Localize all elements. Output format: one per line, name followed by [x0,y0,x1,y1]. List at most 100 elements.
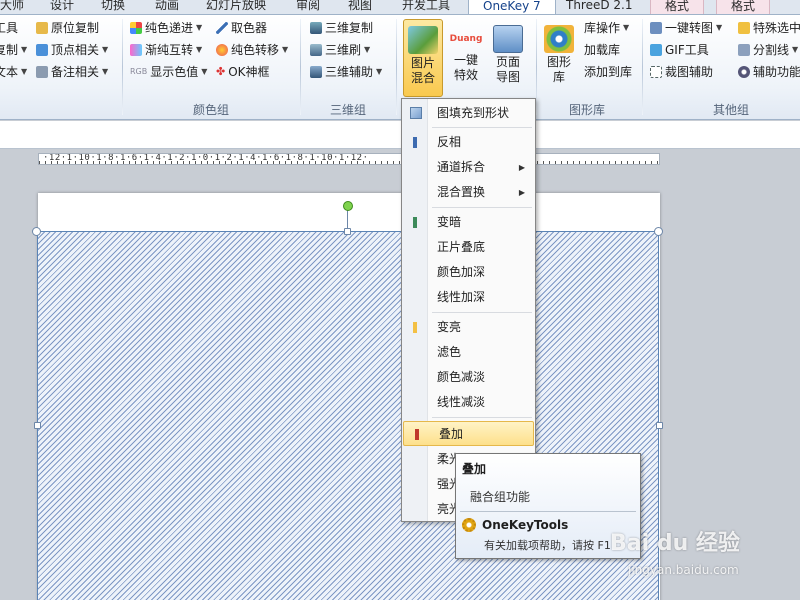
resize-handle-top-left[interactable] [32,227,41,236]
shape-lib-label: 图形 库 [546,55,571,84]
image-blend-button[interactable]: 图片 混合 [403,19,443,97]
vertex-button[interactable]: 顶点相关 ▼ [36,42,108,58]
horizontal-ruler: ·12·1·10·1·8·1·6·1·4·1·2·1·0·1·2·1·4·1·6… [38,153,660,165]
tool-label: 工具 [0,21,19,35]
tab-format-2[interactable]: 格式 [716,0,771,14]
menu-item-linear-burn[interactable]: 线性加深 [402,285,535,310]
3d-group-label: 三维组 [330,103,367,117]
tab-format-1[interactable]: 格式 [650,0,705,14]
vertex-icon [36,44,48,56]
group-divider [536,19,537,115]
tab-threed[interactable]: ThreeD 2.1 [566,0,633,14]
color-transfer-button[interactable]: 纯色转移 ▼ [216,42,288,58]
gradient-icon [130,44,142,56]
load-lib-button[interactable]: 加载库 [584,42,620,58]
resize-handle-top[interactable] [344,228,351,235]
chevron-down-icon: ▼ [102,45,109,54]
lib-ops-button[interactable]: 库操作 ▼ [584,20,629,36]
3d-copy-button[interactable]: 三维复制 [310,20,373,36]
other-group-label: 其他组 [713,103,750,117]
page-image-button[interactable]: 页面 导图 [488,25,528,103]
aux-function-button[interactable]: 辅助功能 [738,64,800,80]
copy-button[interactable]: 复制 ▼ [0,42,27,58]
notes-icon [36,66,48,78]
gear-icon [462,518,476,532]
menu-item-linear-dodge[interactable]: 线性减淡 [402,390,535,415]
image-blend-label: 图片 混合 [410,56,435,85]
menu-separator [432,312,532,313]
darken-icon [413,217,417,228]
one-click-effect-button[interactable]: Duang 一键 特效 [446,25,486,103]
tab-developer[interactable]: 开发工具 [402,0,450,14]
overlay-icon [415,429,419,440]
tool-button[interactable]: 工具 [0,20,18,36]
lighten-icon [413,322,417,333]
notes-button[interactable]: 备注相关 ▼ [36,64,108,80]
show-color-button[interactable]: RGB 显示色值 ▼ [130,64,207,80]
menu-item-label: 颜色减淡 [437,370,486,384]
menu-item-fill-to-shape[interactable]: 图填充到形状 [402,101,535,126]
menu-item-multiply[interactable]: 正片叠底 [402,235,535,260]
gradient-convert-button[interactable]: 渐纯互转 ▼ [130,42,202,58]
tooltip-title: 叠加 [462,462,487,476]
menu-item-blend-replace[interactable]: 混合置换 ▶ [402,180,535,205]
menu-item-label: 颜色加深 [437,265,486,279]
crop-assist-button[interactable]: 裁图辅助 [650,64,713,80]
fill-image-icon [410,107,422,119]
tab-transitions[interactable]: 切换 [101,0,125,14]
rotation-handle[interactable] [343,201,353,211]
aux-function-label: 辅助功能 [753,65,800,79]
copy-label: 复制 [0,43,19,57]
3d-assist-icon [310,66,322,78]
menu-item-darken[interactable]: 变暗 [402,210,535,235]
ok-frame-button[interactable]: ✤ OK神框 [216,64,270,80]
chevron-down-icon: ▼ [196,23,203,32]
add-to-lib-button[interactable]: 添加到库 [584,64,632,80]
3d-assist-button[interactable]: 三维辅助 ▼ [310,64,382,80]
copy-in-place-button[interactable]: 原位复制 [36,20,99,36]
menu-item-lighten[interactable]: 变亮 [402,315,535,340]
special-select-button[interactable]: 特殊选中 [738,20,800,36]
tab-animations[interactable]: 动画 [155,0,179,14]
menu-item-screen[interactable]: 滤色 [402,340,535,365]
tab-view[interactable]: 视图 [348,0,372,14]
group-divider [642,19,643,115]
shape-lib-button[interactable]: 图形 库 [542,25,576,103]
menu-item-label: 叠加 [439,427,464,441]
ok-frame-label: OK神框 [228,65,270,79]
one-click-image-button[interactable]: 一键转图 ▼ [650,20,722,36]
vertex-label: 顶点相关 [51,43,100,57]
magnifier-icon [738,66,750,78]
tab-slideshow[interactable]: 幻灯片放映 [206,0,266,14]
menu-item-invert[interactable]: 反相 [402,130,535,155]
menu-item-label: 滤色 [437,345,462,359]
color-transfer-icon [216,44,228,56]
tooltip-separator [460,511,636,512]
menu-item-color-dodge[interactable]: 颜色减淡 [402,365,535,390]
gif-tool-button[interactable]: GIF工具 [650,42,709,58]
3d-brush-button[interactable]: 三维刷 ▼ [310,42,370,58]
chevron-down-icon: ▼ [102,67,109,76]
tooltip-addin: OneKeyTools [462,518,568,532]
text-button[interactable]: 文本 ▼ [0,64,27,80]
chevron-down-icon: ▼ [716,23,723,32]
divider-line-button[interactable]: 分割线 ▼ [738,42,798,58]
page-image-icon [493,25,523,53]
solid-gradient-button[interactable]: 纯色递进 ▼ [130,20,202,36]
menu-item-channel-split[interactable]: 通道拆合 ▶ [402,155,535,180]
group-divider [300,19,301,115]
tab-master[interactable]: 大师 [0,0,24,14]
one-click-effect-label: 一键 特效 [453,53,478,82]
color-picker-button[interactable]: 取色器 [216,20,267,36]
resize-handle-top-right[interactable] [654,227,663,236]
tab-review[interactable]: 审阅 [296,0,320,14]
invert-icon [413,137,417,148]
resize-handle-right[interactable] [656,422,663,429]
menu-item-color-burn[interactable]: 颜色加深 [402,260,535,285]
resize-handle-left[interactable] [34,422,41,429]
special-select-label: 特殊选中 [753,21,800,35]
menu-item-overlay[interactable]: 叠加 [403,421,534,446]
tab-onekey[interactable]: OneKey 7 [468,0,556,14]
group-divider [122,19,123,115]
tab-design[interactable]: 设计 [50,0,74,14]
